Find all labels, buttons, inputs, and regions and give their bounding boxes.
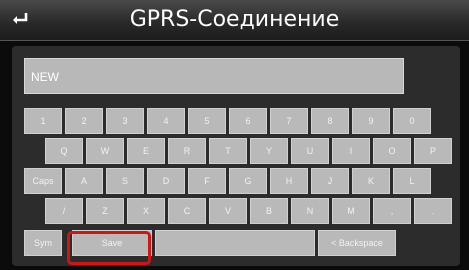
key-f[interactable]: F (188, 168, 226, 194)
key-c[interactable]: C (168, 198, 206, 224)
keyboard-panel: NEW 1 2 3 4 5 6 7 8 9 0 Q W E R T Y U I … (12, 46, 460, 266)
key-9[interactable]: 9 (352, 108, 390, 134)
key-slash[interactable]: / (45, 198, 83, 224)
key-e[interactable]: E (127, 138, 165, 164)
save-button[interactable]: Save (72, 230, 152, 256)
key-0[interactable]: 0 (393, 108, 431, 134)
key-l[interactable]: L (393, 168, 431, 194)
page-title: GPRS-Соединение (129, 7, 340, 32)
key-i[interactable]: I (332, 138, 370, 164)
key-caps[interactable]: Caps (24, 168, 62, 194)
key-m[interactable]: M (332, 198, 370, 224)
key-q[interactable]: Q (45, 138, 83, 164)
key-3[interactable]: 3 (106, 108, 144, 134)
key-p[interactable]: P (414, 138, 452, 164)
key-comma[interactable]: , (373, 198, 411, 224)
key-d[interactable]: D (147, 168, 185, 194)
key-a[interactable]: A (65, 168, 103, 194)
key-s[interactable]: S (106, 168, 144, 194)
key-period[interactable]: . (414, 198, 452, 224)
key-u[interactable]: U (291, 138, 329, 164)
key-7[interactable]: 7 (270, 108, 308, 134)
key-1[interactable]: 1 (24, 108, 62, 134)
connection-name-input[interactable]: NEW (24, 58, 404, 94)
key-t[interactable]: T (209, 138, 247, 164)
title-bar: GPRS-Соединение (0, 0, 469, 41)
key-h[interactable]: H (270, 168, 308, 194)
key-8[interactable]: 8 (311, 108, 349, 134)
key-k[interactable]: K (352, 168, 390, 194)
key-x[interactable]: X (127, 198, 165, 224)
key-v[interactable]: V (209, 198, 247, 224)
key-n[interactable]: N (291, 198, 329, 224)
key-5[interactable]: 5 (188, 108, 226, 134)
key-6[interactable]: 6 (229, 108, 267, 134)
sym-key[interactable]: Sym (24, 230, 62, 256)
key-o[interactable]: O (373, 138, 411, 164)
key-z[interactable]: Z (86, 198, 124, 224)
key-4[interactable]: 4 (147, 108, 185, 134)
key-b[interactable]: B (250, 198, 288, 224)
key-r[interactable]: R (168, 138, 206, 164)
key-j[interactable]: J (311, 168, 349, 194)
key-w[interactable]: W (86, 138, 124, 164)
key-g[interactable]: G (229, 168, 267, 194)
key-2[interactable]: 2 (65, 108, 103, 134)
backspace-key[interactable]: < Backspace (318, 230, 396, 256)
space-key[interactable] (155, 230, 315, 256)
key-y[interactable]: Y (250, 138, 288, 164)
